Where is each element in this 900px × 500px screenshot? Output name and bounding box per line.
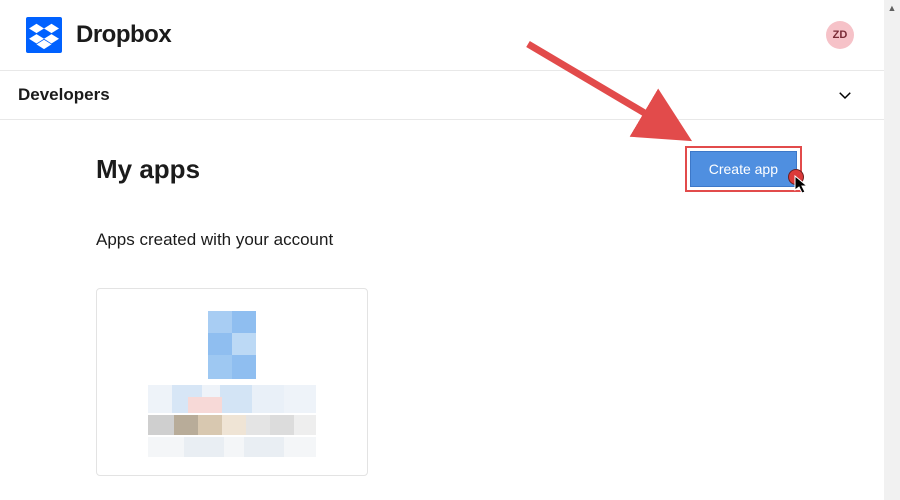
main: My apps Create app Apps created with you… bbox=[0, 120, 884, 476]
dropbox-logo-icon bbox=[26, 17, 62, 53]
page-title: My apps bbox=[96, 154, 200, 185]
annotation-highlight: Create app bbox=[685, 146, 802, 192]
developers-bar[interactable]: Developers bbox=[0, 71, 884, 119]
brand-name: Dropbox bbox=[76, 21, 171, 49]
header: Dropbox ZD bbox=[0, 0, 884, 70]
avatar[interactable]: ZD bbox=[826, 21, 854, 49]
scroll-up-icon[interactable]: ▲ bbox=[884, 0, 900, 16]
app-card-thumbnail-blurred bbox=[124, 311, 340, 457]
scrollbar[interactable]: ▲ bbox=[884, 0, 900, 500]
subtitle: Apps created with your account bbox=[96, 230, 884, 250]
brand[interactable]: Dropbox bbox=[26, 17, 171, 53]
app-card[interactable] bbox=[96, 288, 368, 476]
create-app-button[interactable]: Create app bbox=[690, 151, 797, 187]
chevron-down-icon bbox=[836, 86, 854, 104]
developers-title: Developers bbox=[18, 85, 110, 105]
cursor-icon bbox=[794, 175, 810, 195]
